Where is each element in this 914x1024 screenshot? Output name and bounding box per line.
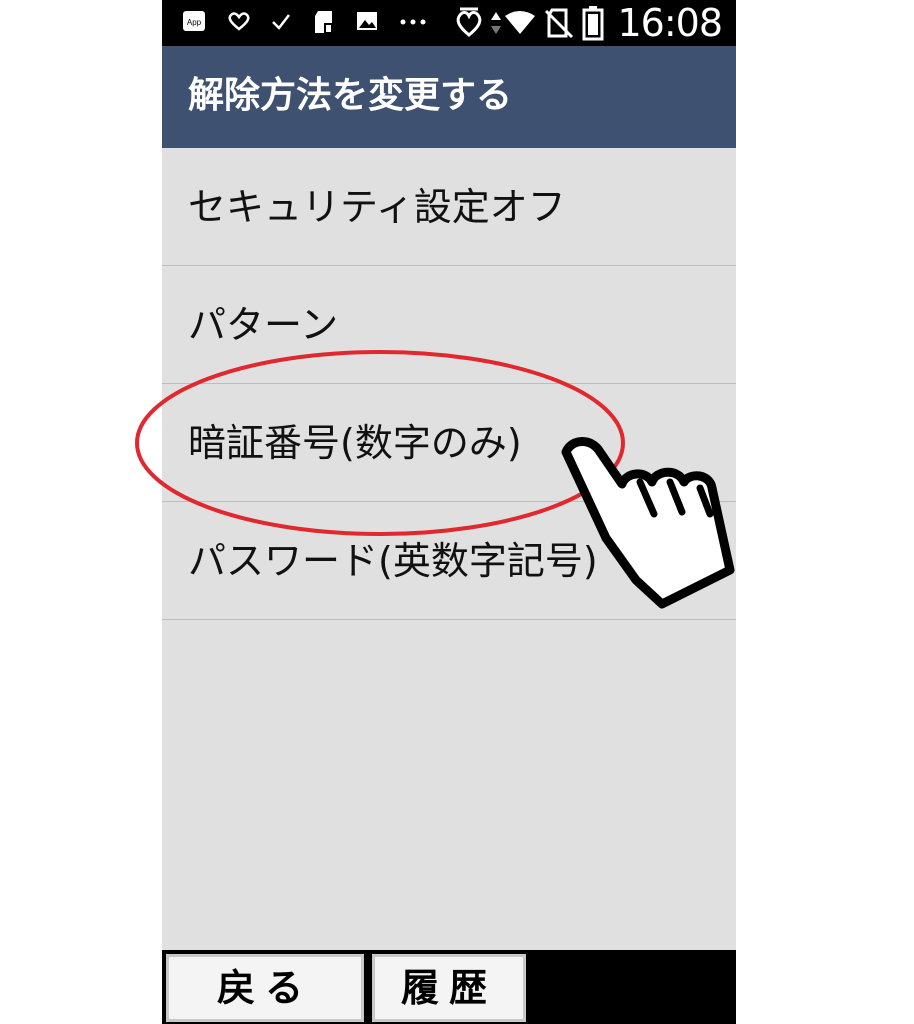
- data-arrows-icon: [490, 10, 502, 40]
- history-button[interactable]: 履歴: [372, 954, 526, 1022]
- image-icon: [355, 9, 379, 37]
- no-sim-icon: [544, 7, 574, 43]
- svg-text:App: App: [187, 18, 202, 27]
- list-item-label: セキュリティ設定オフ: [188, 185, 566, 229]
- list-item-pattern[interactable]: パターン: [162, 266, 736, 384]
- sd-card-icon: [312, 9, 336, 39]
- back-button[interactable]: 戻る: [166, 954, 364, 1022]
- more-icon: [398, 9, 428, 37]
- unlock-method-list: セキュリティ設定オフ パターン 暗証番号(数字のみ) パスワード(英数字記号): [162, 148, 736, 620]
- wifi-icon: [504, 10, 536, 40]
- phone-screen: App 16:08 解除方法を変更する セキュリティ設定オフ パターン 暗証番号…: [162, 0, 736, 1024]
- heart-outline-icon: [454, 5, 484, 43]
- status-time: 16:08: [617, 1, 723, 45]
- battery-icon: [582, 5, 604, 45]
- list-item-label: 暗証番号(数字のみ): [188, 421, 522, 465]
- list-item-label: パスワード(英数字記号): [188, 539, 598, 583]
- list-item-label: パターン: [188, 303, 339, 347]
- list-item-security-off[interactable]: セキュリティ設定オフ: [162, 148, 736, 266]
- status-bar: App 16:08: [162, 0, 736, 46]
- check-icon: [270, 9, 292, 37]
- title-bar: 解除方法を変更する: [162, 46, 736, 148]
- app-icon: App: [182, 9, 208, 37]
- list-item-pin[interactable]: 暗証番号(数字のみ): [162, 384, 736, 502]
- list-item-password[interactable]: パスワード(英数字記号): [162, 502, 736, 620]
- page-title: 解除方法を変更する: [188, 75, 513, 116]
- softkey-bar: 戻る 履歴: [162, 950, 736, 1024]
- heart-icon: [226, 9, 252, 37]
